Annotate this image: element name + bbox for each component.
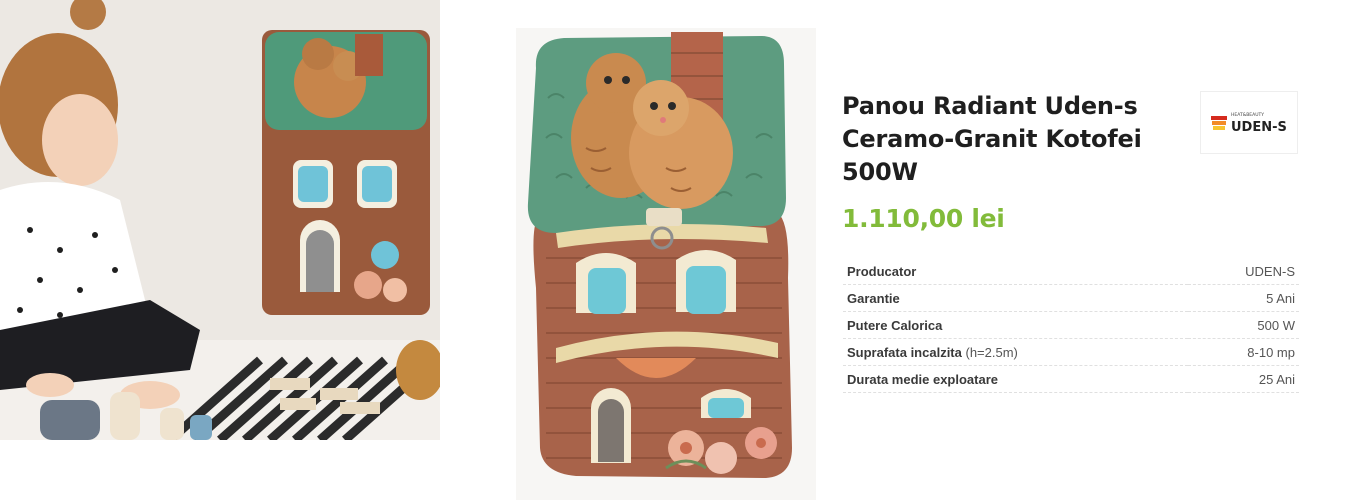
spec-row-garantie: Garantie 5 Ani — [843, 284, 1299, 312]
spec-label: Durata medie exploatare — [843, 365, 1188, 393]
spec-label: Suprafata incalzita (h=2.5m) — [843, 338, 1188, 366]
spec-label: Garantie — [843, 284, 1188, 312]
uden-s-logo-icon: HEAT&BEAUTY UDEN-S — [1211, 112, 1287, 135]
spec-row-suprafata: Suprafata incalzita (h=2.5m) 8-10 mp — [843, 338, 1299, 366]
spec-value: UDEN-S — [1187, 258, 1299, 285]
specs-table: Producator UDEN-S Garantie 5 Ani Putere … — [843, 258, 1299, 393]
lifestyle-illustration — [0, 0, 440, 440]
spec-label: Putere Calorica — [843, 311, 1188, 339]
product-title: Panou Radiant Uden-s Ceramo-Granit Kotof… — [842, 92, 1142, 186]
spec-row-durata: Durata medie exploatare 25 Ani — [843, 365, 1299, 393]
spec-value: 500 W — [1187, 311, 1299, 339]
product-price: 1.110,00 lei — [842, 204, 1005, 233]
brand-tagline: HEAT&BEAUTY — [1231, 112, 1264, 118]
brand-name: UDEN-S — [1231, 120, 1287, 135]
spec-value: 25 Ani — [1187, 365, 1299, 393]
spec-label: Producator — [843, 258, 1188, 285]
spec-value: 8-10 mp — [1187, 338, 1299, 366]
ceramic-panel-illustration — [516, 28, 816, 500]
spec-row-producator: Producator UDEN-S — [843, 258, 1299, 285]
product-main-image[interactable] — [516, 28, 816, 500]
spec-row-putere: Putere Calorica 500 W — [843, 311, 1299, 339]
product-lifestyle-photo[interactable] — [0, 0, 440, 440]
spec-value: 5 Ani — [1187, 284, 1299, 312]
brand-logo[interactable]: HEAT&BEAUTY UDEN-S — [1200, 91, 1298, 154]
product-info-panel: Panou Radiant Uden-s Ceramo-Granit Kotof… — [830, 82, 1300, 393]
spec-note: (h=2.5m) — [965, 344, 1018, 360]
